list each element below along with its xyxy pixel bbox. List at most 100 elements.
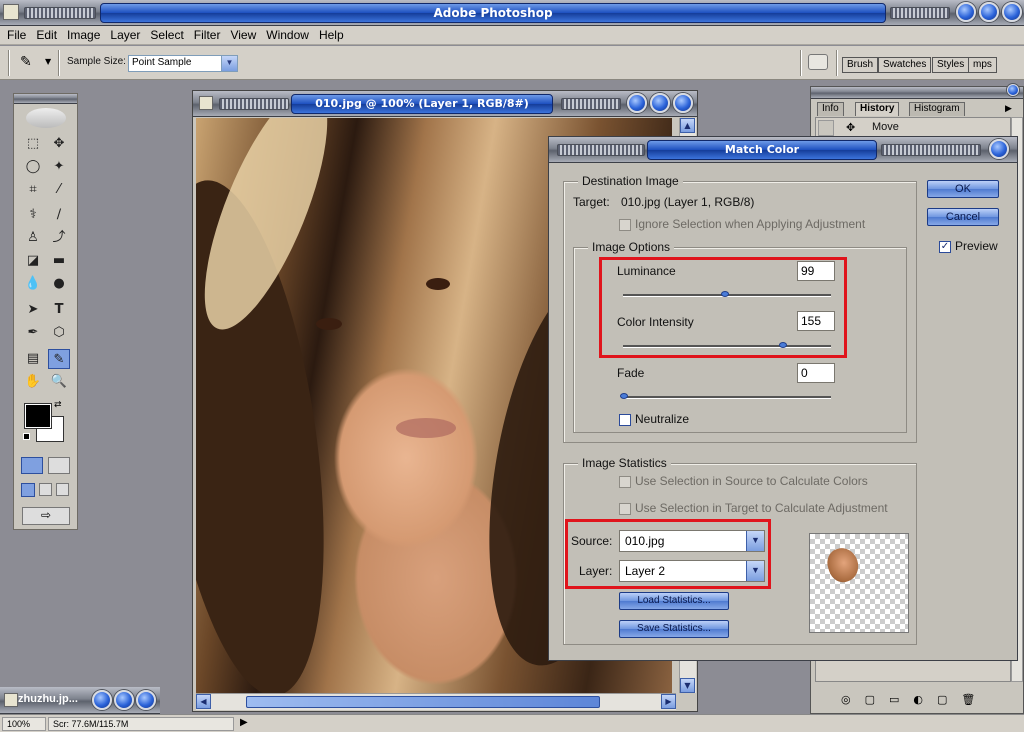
file-browser-icon[interactable] xyxy=(808,54,828,70)
notes-tool-icon[interactable]: ▤ xyxy=(22,349,44,369)
toolbox-title-bar[interactable] xyxy=(14,94,77,104)
move-tool-icon[interactable]: ✥ xyxy=(48,134,70,154)
tab-histogram[interactable]: Histogram xyxy=(909,102,965,116)
fade-input[interactable]: 0 xyxy=(797,363,835,383)
dialog-grill-left xyxy=(557,144,645,156)
brush-tool-icon[interactable]: ∕ xyxy=(48,205,70,225)
palette-close-icon[interactable] xyxy=(1007,84,1019,96)
eyedropper-tool-icon[interactable]: ✎ xyxy=(48,349,70,369)
menu-file[interactable]: File xyxy=(2,28,31,42)
shape-tool-icon[interactable]: ⬡ xyxy=(48,323,70,343)
sample-size-label: Sample Size: xyxy=(67,56,126,67)
menu-image[interactable]: Image xyxy=(62,28,105,42)
tab-info[interactable]: Info xyxy=(817,102,844,116)
eraser-tool-icon[interactable]: ◪ xyxy=(22,251,44,271)
default-colors-icon[interactable] xyxy=(23,433,30,440)
zoom-level[interactable]: 100% xyxy=(2,717,46,731)
minimized-document[interactable]: zhuzhu.jp... xyxy=(0,687,160,714)
history-brush-source-box[interactable] xyxy=(818,120,834,136)
palette-title-bar[interactable] xyxy=(811,84,1023,99)
standard-mode-icon[interactable] xyxy=(21,457,43,474)
doc-minimize-icon[interactable] xyxy=(627,93,647,113)
doc-maximize-icon[interactable] xyxy=(650,93,670,113)
quick-mask-mode-icon[interactable] xyxy=(48,457,70,474)
lasso-tool-icon[interactable]: ◯ xyxy=(22,157,44,177)
gradient-tool-icon[interactable]: ▬ xyxy=(48,251,70,271)
document-title-bar[interactable]: 010.jpg @ 100% (Layer 1, RGB/8#) xyxy=(193,91,697,117)
preview-checkbox[interactable]: ✓ xyxy=(939,241,951,253)
status-menu-icon[interactable]: ▶ xyxy=(240,717,248,728)
history-item[interactable]: Move xyxy=(872,121,899,133)
scroll-left-icon[interactable]: ◀ xyxy=(196,694,211,709)
well-tab-styles[interactable]: Styles xyxy=(932,57,970,73)
foreground-color-swatch[interactable] xyxy=(24,403,52,429)
neutralize-checkbox[interactable] xyxy=(619,414,631,426)
hand-tool-icon[interactable]: ✋ xyxy=(22,372,44,392)
horizontal-scrollbar[interactable]: ◀ ▶ xyxy=(196,693,676,710)
menu-layer[interactable]: Layer xyxy=(105,28,145,42)
full-screen-menu-mode-icon[interactable] xyxy=(39,483,52,496)
minimize-icon[interactable] xyxy=(956,2,976,22)
type-tool-icon[interactable]: T xyxy=(48,300,70,320)
menu-filter[interactable]: Filter xyxy=(189,28,226,42)
full-screen-mode-icon[interactable] xyxy=(56,483,69,496)
cancel-button[interactable]: Cancel xyxy=(927,208,999,226)
mini-restore-icon[interactable] xyxy=(92,690,112,710)
source-layer-highlight xyxy=(565,519,771,589)
lips-shape xyxy=(396,418,456,438)
status-bar: 100% Scr: 77.6M/115.7M ▶ xyxy=(0,714,1024,732)
fade-slider-thumb[interactable] xyxy=(620,393,628,399)
standard-screen-mode-icon[interactable] xyxy=(21,483,35,497)
use-selection-target-checkbox[interactable] xyxy=(619,503,631,515)
jump-to-imageready-icon[interactable]: ⇨ xyxy=(22,507,70,525)
load-statistics-button[interactable]: Load Statistics... xyxy=(619,592,729,610)
ignore-selection-label: Ignore Selection when Applying Adjustmen… xyxy=(635,217,866,231)
menu-select[interactable]: Select xyxy=(145,28,188,42)
sample-size-select[interactable]: Point Sample ▼ xyxy=(128,55,238,72)
dodge-tool-icon[interactable]: ● xyxy=(48,274,70,294)
scroll-down-icon[interactable]: ▼ xyxy=(680,678,695,693)
well-tab-swatches[interactable]: Swatches xyxy=(878,57,932,73)
menu-help[interactable]: Help xyxy=(314,28,349,42)
zoom-tool-icon[interactable]: 🔍 xyxy=(48,372,70,392)
well-tab-brush[interactable]: Brush xyxy=(842,57,879,73)
chevron-down-icon[interactable]: ▼ xyxy=(221,56,237,71)
history-brush-tool-icon[interactable]: ⤴ xyxy=(48,228,70,248)
mini-maximize-icon[interactable] xyxy=(114,690,134,710)
menu-window[interactable]: Window xyxy=(261,28,314,42)
ok-button[interactable]: OK xyxy=(927,180,999,198)
magic-wand-tool-icon[interactable]: ✦ xyxy=(48,157,70,177)
fade-slider-track[interactable] xyxy=(623,396,831,399)
dialog-title-bar[interactable]: Match Color xyxy=(549,137,1017,163)
use-selection-source-checkbox[interactable] xyxy=(619,476,631,488)
menu-view[interactable]: View xyxy=(225,28,261,42)
swap-colors-icon[interactable]: ⇄ xyxy=(54,400,62,410)
dialog-close-icon[interactable] xyxy=(989,139,1009,159)
clone-stamp-tool-icon[interactable]: ♙ xyxy=(22,228,44,248)
crop-tool-icon[interactable]: ⌗ xyxy=(22,180,44,200)
horizontal-scroll-thumb[interactable] xyxy=(246,696,600,708)
path-selection-tool-icon[interactable]: ➤ xyxy=(22,300,44,320)
doc-close-icon[interactable] xyxy=(673,93,693,113)
feather-logo-icon[interactable] xyxy=(26,108,66,128)
palette-menu-icon[interactable]: ▶ xyxy=(1005,104,1012,114)
scroll-up-icon[interactable]: ▲ xyxy=(680,118,695,133)
image-options-title: Image Options xyxy=(588,240,675,254)
close-icon[interactable] xyxy=(1002,2,1022,22)
slice-tool-icon[interactable]: ⁄ xyxy=(48,180,70,200)
ignore-selection-checkbox[interactable] xyxy=(619,219,631,231)
tool-preset-chevron-icon[interactable]: ▼ xyxy=(45,57,51,66)
well-tab-comps[interactable]: mps xyxy=(968,57,997,73)
palette-footer-icons[interactable]: ◎▢▭◐▢🗑 xyxy=(841,693,989,706)
blur-tool-icon[interactable]: 💧 xyxy=(22,274,44,294)
tab-history[interactable]: History xyxy=(855,102,900,116)
pen-tool-icon[interactable]: ✒ xyxy=(22,323,44,343)
healing-brush-tool-icon[interactable]: ⚕ xyxy=(22,205,44,225)
maximize-icon[interactable] xyxy=(979,2,999,22)
scroll-right-icon[interactable]: ▶ xyxy=(661,694,676,709)
save-statistics-button[interactable]: Save Statistics... xyxy=(619,620,729,638)
mini-close-icon[interactable] xyxy=(136,690,156,710)
menu-edit[interactable]: Edit xyxy=(31,28,62,42)
marquee-tool-icon[interactable]: ⬚ xyxy=(22,134,44,154)
eyedropper-tool-icon[interactable]: ✎ xyxy=(20,54,32,70)
